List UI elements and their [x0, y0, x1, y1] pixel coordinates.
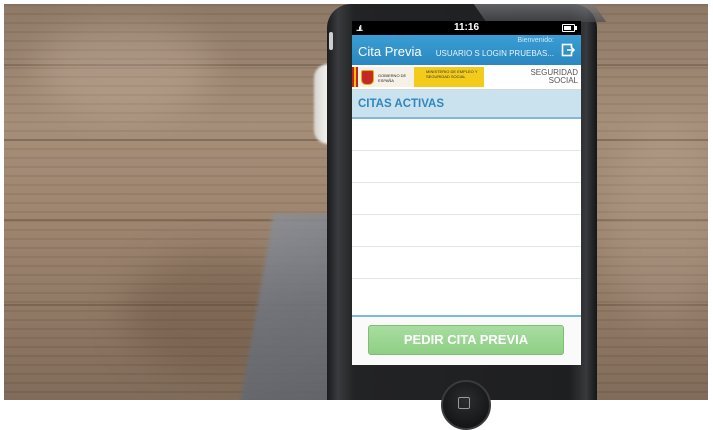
- list-item: [352, 151, 581, 183]
- footer-bar: PEDIR CITA PREVIA: [352, 315, 581, 365]
- app-header: Cita Previa Bienvenido: USUARIO S LOGIN …: [352, 35, 581, 65]
- seguridad-social-logo: SEGURIDAD SOCIAL: [530, 69, 578, 85]
- section-header: CITAS ACTIVAS: [352, 90, 581, 119]
- ministry-logo: MINISTERIO DE EMPLEO Y SEGURIDAD SOCIAL: [414, 67, 484, 87]
- brand-line-2: SOCIAL: [548, 76, 578, 85]
- list-item: [352, 119, 581, 151]
- welcome-label: Bienvenido:: [517, 37, 554, 44]
- ministry-logo-text: MINISTERIO DE EMPLEO Y SEGURIDAD SOCIAL: [426, 69, 478, 79]
- logout-icon: [561, 43, 576, 57]
- list-item: [352, 279, 581, 310]
- app-title: Cita Previa: [358, 44, 422, 59]
- government-logo: GOBIERNO DE ESPAÑA: [352, 67, 414, 87]
- section-title: CITAS ACTIVAS: [358, 98, 445, 110]
- list-item: [352, 183, 581, 215]
- status-time: 11:16: [453, 22, 480, 33]
- logout-button[interactable]: [561, 43, 576, 57]
- coat-of-arms-icon: [361, 70, 374, 85]
- phone-edge: [473, 4, 607, 22]
- government-logo-text: GOBIERNO DE ESPAÑA: [378, 73, 407, 83]
- app-screen: ..ıl. 11:16 Cita Previa Bienvenido: USUA…: [352, 21, 581, 365]
- status-bar: ..ıl. 11:16: [352, 21, 581, 35]
- logo-banner: GOBIERNO DE ESPAÑA MINISTERIO DE EMPLEO …: [352, 65, 581, 90]
- battery-icon: [562, 24, 577, 32]
- list-item: [352, 215, 581, 247]
- username-label: USUARIO S LOGIN PRUEBAS...: [435, 49, 554, 58]
- list-item: [352, 247, 581, 279]
- appointments-list: [352, 119, 581, 310]
- phone-side-button: [329, 32, 333, 50]
- request-appointment-button[interactable]: PEDIR CITA PREVIA: [368, 325, 564, 355]
- home-button-icon: [458, 397, 470, 409]
